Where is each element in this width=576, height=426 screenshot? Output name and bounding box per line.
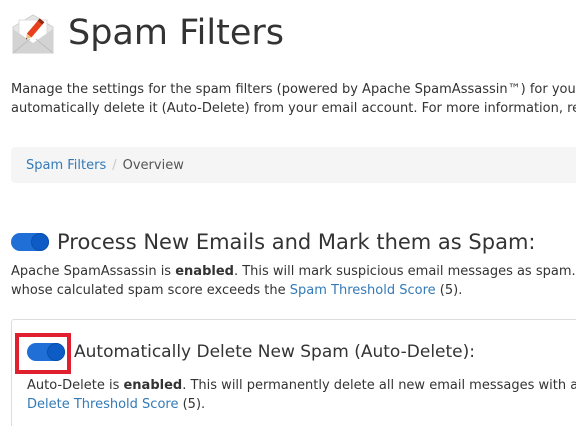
process-emails-description: Apache SpamAssassin is enabled. This wil… [11,262,576,300]
process-emails-title: Process New Emails and Mark them as Spam… [57,230,536,254]
auto-delete-title: Automatically Delete New Spam (Auto-Dele… [74,342,475,362]
auto-delete-header: Automatically Delete New Spam (Auto-Dele… [27,342,475,362]
description-line-1: Manage the settings for the spam filters… [11,82,576,97]
desc-text: Auto-Delete is [27,378,124,393]
page-header: Spam Filters [10,8,284,60]
delete-threshold-value: (5). [178,397,206,412]
breadcrumb-separator: / [112,157,117,173]
delete-threshold-score-link[interactable]: Delete Threshold Score [27,397,178,412]
auto-delete-toggle[interactable] [27,343,65,361]
process-emails-header: Process New Emails and Mark them as Spam… [11,230,535,254]
page-description: Manage the settings for the spam filters… [11,80,576,118]
breadcrumb: Spam Filters / Overview [11,147,576,183]
desc-text: . This will mark suspicious email messag… [233,264,576,279]
auto-delete-description: Auto-Delete is enabled. This will perman… [27,376,576,414]
desc-text: whose calculated spam score exceeds the [11,283,290,298]
process-emails-desc-line-2: whose calculated spam score exceeds the … [11,281,576,300]
toggle-knob [31,233,49,251]
desc-text: Apache SpamAssassin is [11,264,176,279]
breadcrumb-link-spam-filters[interactable]: Spam Filters [26,158,106,173]
toggle-knob [47,343,65,361]
auto-delete-desc-line-2: Delete Threshold Score (5). [27,395,576,414]
desc-text: . This will permanently delete all new e… [182,378,576,393]
breadcrumb-current: Overview [122,157,184,173]
auto-delete-desc-line-1: Auto-Delete is enabled. This will perman… [27,376,576,395]
page-title: Spam Filters [68,12,285,53]
spam-threshold-value: (5). [435,283,463,298]
description-line-2: automatically delete it (Auto-Delete) fr… [11,101,576,116]
spam-threshold-score-link[interactable]: Spam Threshold Score [290,283,436,298]
envelope-pencil-icon [10,11,56,57]
status-enabled: enabled [123,378,183,393]
process-emails-toggle[interactable] [11,233,49,251]
status-enabled: enabled [175,264,234,279]
process-emails-desc-line-1: Apache SpamAssassin is enabled. This wil… [11,262,576,281]
page: Spam Filters Manage the settings for the… [0,0,576,426]
